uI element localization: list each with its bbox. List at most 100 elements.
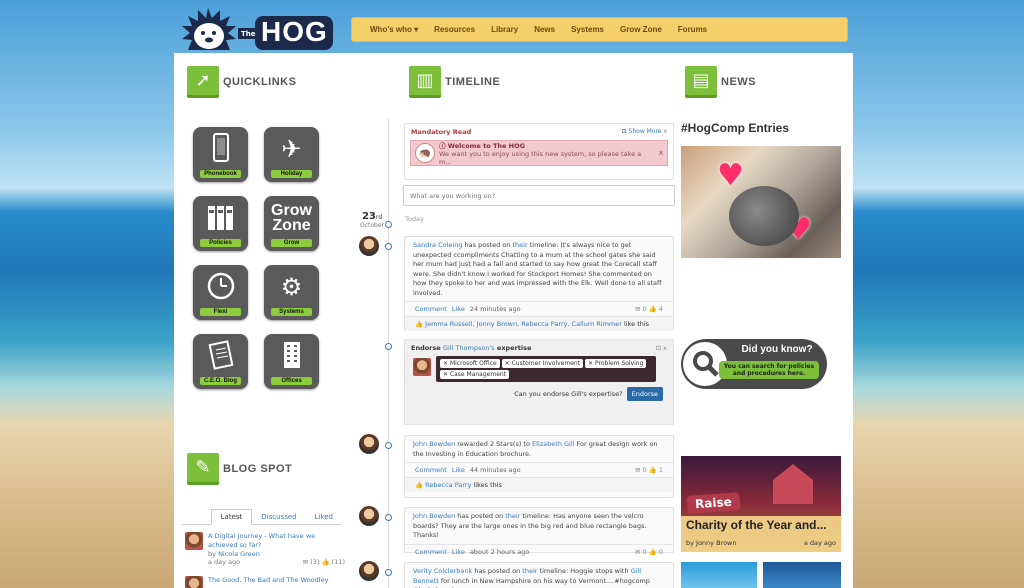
today-label: Today: [405, 215, 424, 223]
like-count: 0: [658, 547, 663, 556]
comment-link[interactable]: Comment: [415, 305, 447, 313]
quicklink-grow[interactable]: Grow Zone Grow: [264, 196, 319, 251]
date-marker: 23rd October: [357, 211, 387, 229]
nav-whos-who[interactable]: Who's who ▾: [362, 25, 426, 34]
tab-discussed[interactable]: Discussed: [252, 510, 305, 524]
avatar[interactable]: [359, 561, 379, 581]
close-icon[interactable]: x: [663, 128, 667, 135]
blog-title: BLOG SPOT: [223, 463, 293, 475]
post-target[interactable]: Elizabeth Gill: [532, 440, 574, 448]
blog-author[interactable]: Nicola Green: [218, 550, 260, 558]
comment-link[interactable]: Comment: [415, 466, 447, 474]
blog-item-title[interactable]: The Good, The Bad and The Woodley: [208, 576, 328, 588]
timeline-post: Sandra Coleing has posted on their timel…: [404, 236, 674, 331]
comment-icon: ✉: [634, 305, 641, 313]
quicklink-label: Phonebook: [200, 170, 241, 178]
like-link[interactable]: Like: [452, 466, 465, 474]
thumb-icon: 👍: [415, 481, 424, 489]
post-body-tail: for lunch in New Hampshire on his way to…: [413, 576, 650, 588]
post-target[interactable]: their: [522, 567, 537, 575]
thumb-icon: 👍: [648, 305, 657, 313]
mandatory-item[interactable]: 🦔 ⓘ Welcome to The HOG We want you to en…: [410, 140, 668, 166]
post-author[interactable]: Sandra Coleing: [413, 241, 462, 249]
charity-author: by Jonny Brown: [686, 539, 737, 547]
expand-icon[interactable]: ⊡: [622, 128, 627, 135]
skill-chip[interactable]: ✕ Customer Involvement: [501, 359, 584, 368]
comment-count: 0: [642, 466, 647, 474]
did-you-know-banner[interactable]: Did you know? You can search for policie…: [681, 339, 827, 389]
skill-chip[interactable]: ✕ Problem Solving: [585, 359, 647, 368]
dismiss-icon[interactable]: x: [659, 149, 663, 157]
post-verb: has posted on: [474, 567, 521, 575]
avatar[interactable]: [359, 434, 379, 454]
post-author[interactable]: John Bowden: [413, 440, 455, 448]
news-thumb[interactable]: [681, 562, 757, 588]
comment-link[interactable]: Comment: [415, 548, 447, 556]
like-tail: likes this: [473, 481, 502, 489]
hogcomp-photo[interactable]: ♥ ♥: [681, 146, 841, 258]
avatar[interactable]: [359, 506, 379, 526]
blog-item-title[interactable]: A Digital Journey - What have we achieve…: [208, 532, 345, 550]
nav-resources[interactable]: Resources: [426, 25, 483, 34]
tab-liked[interactable]: Liked: [306, 510, 342, 524]
quicklink-ceo-blog[interactable]: C.E.O. Blog: [193, 334, 248, 389]
skill-chip[interactable]: ✕ Case Management: [440, 370, 510, 379]
quicklink-label: Flexi: [200, 308, 241, 316]
post-author[interactable]: Verity Colclerbank: [413, 567, 472, 575]
post-age: 44 minutes ago: [469, 466, 521, 474]
post-age: about 2 hours ago: [469, 547, 530, 556]
skill-label: Case Management: [449, 371, 507, 378]
binders-icon: [206, 202, 236, 234]
comment-icon: ✉: [302, 558, 309, 566]
endorse-person[interactable]: Gill Thompson's: [443, 344, 495, 352]
likers[interactable]: Rebecca Parry: [425, 481, 471, 489]
charity-news-card[interactable]: Raise Charity of the Year and... by Jonn…: [681, 456, 841, 552]
news-heading[interactable]: #HogComp Entries: [681, 121, 789, 135]
expand-icon[interactable]: ⊡: [656, 344, 661, 352]
logo-hog: HOG: [261, 16, 328, 47]
show-more-link[interactable]: Show More: [629, 128, 662, 135]
post-author[interactable]: John Bowden: [413, 512, 455, 520]
status-composer-input[interactable]: [403, 185, 675, 206]
hog-logo[interactable]: The HOG: [178, 6, 338, 54]
quicklink-flexi[interactable]: Flexi: [193, 265, 248, 320]
like-link[interactable]: Like: [452, 305, 465, 313]
tab-latest[interactable]: Latest: [210, 509, 253, 525]
quicklink-phonebook[interactable]: Phonebook: [193, 127, 248, 182]
skill-chip[interactable]: ✕ Microsoft Office: [440, 359, 500, 368]
quicklink-holiday[interactable]: ✈ Holiday: [264, 127, 319, 182]
nav-grow-zone[interactable]: Grow Zone: [612, 25, 670, 34]
airplane-icon: ✈: [281, 135, 302, 163]
charity-sign: Raise: [686, 492, 741, 514]
charity-headline[interactable]: Charity of the Year and...: [686, 518, 826, 532]
date-day: 23: [361, 211, 376, 222]
timeline-dot: [385, 569, 392, 576]
endorse-prefix: Endorse: [411, 344, 441, 352]
hog-avatar-icon: 🦔: [415, 143, 435, 163]
timeline-dot: [385, 221, 392, 228]
avatar[interactable]: [359, 236, 379, 256]
like-count: 1: [658, 466, 663, 474]
avatar: [413, 358, 431, 376]
quicklink-offices[interactable]: Offices: [264, 334, 319, 389]
quicklink-systems[interactable]: ⚙ Systems: [264, 265, 319, 320]
close-icon[interactable]: x: [663, 344, 667, 352]
thumb-icon: 👍: [648, 547, 657, 556]
nav-systems[interactable]: Systems: [563, 25, 612, 34]
skill-label: Microsoft Office: [449, 360, 497, 367]
post-target[interactable]: their: [513, 241, 528, 249]
quicklink-policies[interactable]: Policies: [193, 196, 248, 251]
nav-news[interactable]: News: [526, 25, 563, 34]
nav-library[interactable]: Library: [483, 25, 526, 34]
like-link[interactable]: Like: [452, 548, 465, 556]
skills-list: ✕ Microsoft Office ✕ Customer Involvement…: [436, 356, 656, 382]
timeline-dot: [385, 243, 392, 250]
post-target[interactable]: their: [505, 512, 520, 520]
endorse-button[interactable]: Endorse: [626, 387, 663, 401]
quicklink-label: Grow: [271, 239, 312, 247]
timeline-title: TIMELINE: [445, 76, 501, 88]
endorse-card: Endorse Gill Thompson's expertise ⊡ x ✕ …: [404, 339, 674, 425]
news-thumb[interactable]: [763, 562, 841, 588]
likers[interactable]: Jemma Russell, Jonny Brown, Rebecca Parr…: [425, 320, 622, 328]
nav-forums[interactable]: Forums: [670, 25, 715, 34]
